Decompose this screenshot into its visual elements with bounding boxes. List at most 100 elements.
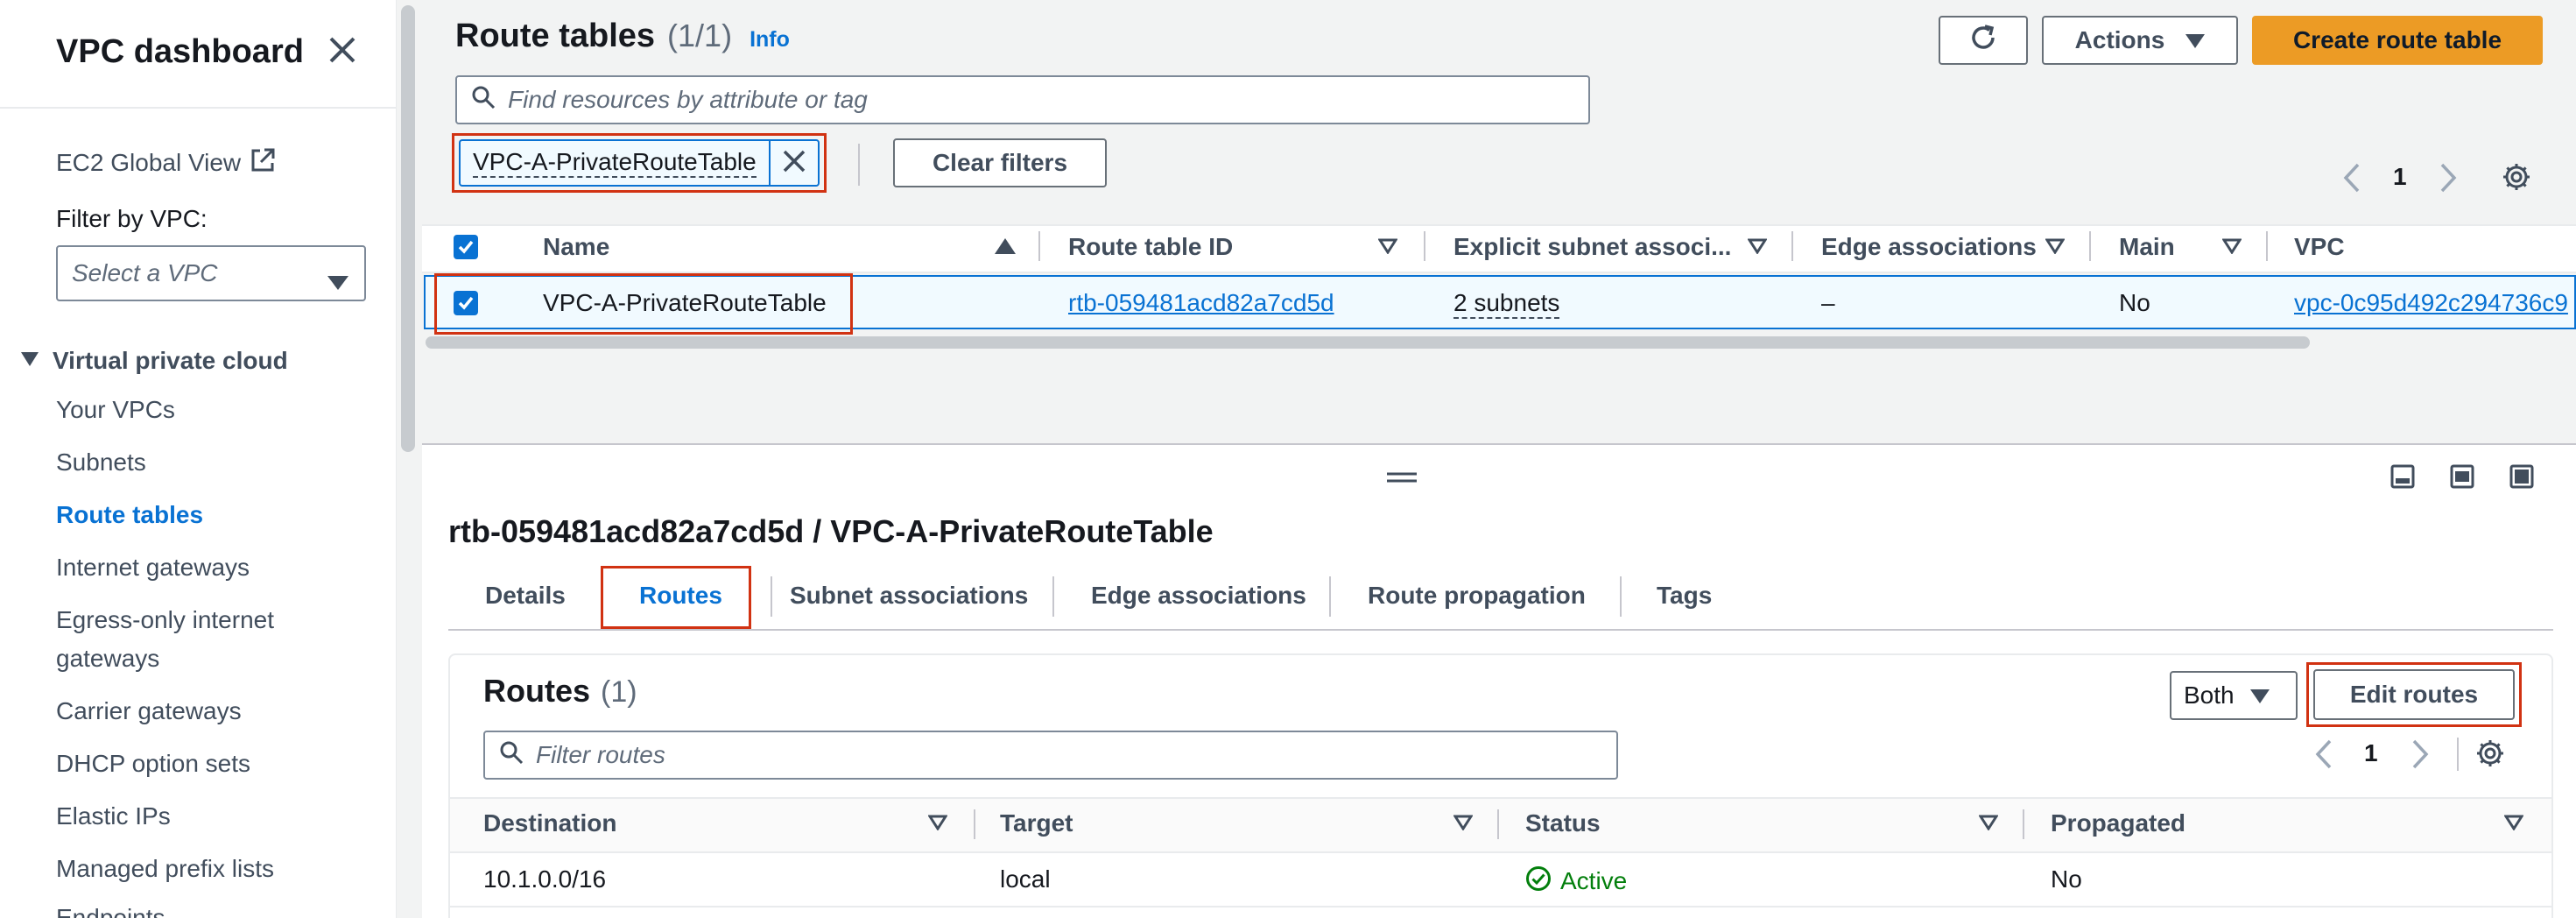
filter-divider: [858, 144, 860, 186]
tab-tags[interactable]: Tags: [1657, 582, 1712, 610]
sidebar-item-egress-only-line2[interactable]: gateways: [56, 645, 159, 673]
detail-title: rtb-059481acd82a7cd5d / VPC-A-PrivateRou…: [448, 513, 1214, 549]
status-badge: Active: [1525, 865, 1627, 896]
column-separator: [1424, 231, 1425, 261]
search-icon: [499, 740, 524, 771]
vpc-filter-select[interactable]: Select a VPC: [56, 245, 366, 301]
table-horizontal-scrollbar[interactable]: [426, 336, 2310, 349]
column-propagated[interactable]: Propagated: [2051, 809, 2185, 837]
tab-separator: [1329, 576, 1331, 617]
sidebar-item-internet-gateways[interactable]: Internet gateways: [56, 554, 250, 582]
sidebar-item-dhcp-option-sets[interactable]: DHCP option sets: [56, 750, 250, 778]
column-edge-associations[interactable]: Edge associations: [1821, 233, 2037, 261]
cell-vpc[interactable]: vpc-0c95d492c294736c9: [2294, 289, 2568, 317]
filter-routes-input[interactable]: Filter routes: [483, 731, 1618, 780]
tab-details[interactable]: Details: [485, 582, 566, 610]
sidebar-item-carrier-gateways[interactable]: Carrier gateways: [56, 697, 242, 725]
sidebar-item-endpoints[interactable]: Endpoints: [56, 904, 165, 918]
cell-main: No: [2119, 289, 2150, 316]
page-count: (1/1): [667, 18, 733, 53]
routes-table-header: [450, 797, 2551, 853]
chevron-left-icon[interactable]: [2315, 739, 2333, 773]
sidebar-scrollbar-thumb[interactable]: [401, 5, 415, 452]
sidebar-section-vpc[interactable]: Virtual private cloud: [21, 347, 288, 375]
actions-button[interactable]: Actions: [2042, 16, 2238, 65]
route-filter-select[interactable]: Both: [2170, 671, 2298, 720]
close-icon: [782, 149, 806, 178]
sort-icon[interactable]: [1747, 238, 1768, 258]
tab-edge-associations[interactable]: Edge associations: [1091, 582, 1306, 610]
caret-down-icon: [2185, 26, 2206, 54]
column-separator: [2089, 231, 2091, 261]
tab-routes[interactable]: Routes: [639, 582, 722, 610]
tab-route-propagation[interactable]: Route propagation: [1368, 582, 1586, 610]
panel-bottom-icon[interactable]: [2390, 464, 2415, 493]
settings-gear-icon[interactable]: [2474, 738, 2506, 773]
clear-filters-button[interactable]: Clear filters: [893, 138, 1107, 187]
ec2-global-view-link[interactable]: EC2 Global View: [56, 147, 276, 178]
sidebar-item-egress-only[interactable]: Egress-only internet: [56, 606, 274, 634]
sidebar-item-your-vpcs[interactable]: Your VPCs: [56, 396, 175, 424]
caret-down-icon: [2249, 681, 2270, 710]
pagination-divider: [2457, 738, 2459, 771]
column-explicit-subnet[interactable]: Explicit subnet associ...: [1453, 233, 1731, 261]
sort-icon[interactable]: [1453, 815, 1474, 835]
tab-subnet-associations[interactable]: Subnet associations: [790, 582, 1028, 610]
route-tables-panel: [422, 0, 2576, 445]
filter-by-vpc-label: Filter by VPC:: [56, 205, 208, 232]
cell-explicit-subnet[interactable]: 2 subnets: [1453, 289, 1560, 319]
search-input[interactable]: Find resources by attribute or tag: [455, 75, 1590, 124]
close-icon[interactable]: [327, 35, 357, 65]
chevron-left-icon[interactable]: [2343, 163, 2361, 197]
caret-down-icon: [21, 351, 39, 371]
cell-destination: 10.1.0.0/16: [483, 865, 607, 893]
drag-handle-icon[interactable]: [1387, 471, 1417, 488]
info-link[interactable]: Info: [750, 27, 790, 53]
routes-page-number[interactable]: 1: [2364, 739, 2378, 767]
cell-target: local: [1000, 865, 1051, 893]
routes-title: Routes: [483, 673, 591, 709]
sidebar-item-managed-prefix-lists[interactable]: Managed prefix lists: [56, 855, 274, 883]
sort-icon[interactable]: [2503, 815, 2524, 835]
row-checkbox[interactable]: [454, 291, 478, 315]
page-number[interactable]: 1: [2393, 163, 2407, 191]
sort-icon[interactable]: [2045, 238, 2066, 258]
select-all-checkbox[interactable]: [454, 235, 478, 259]
create-route-table-button[interactable]: Create route table: [2252, 16, 2543, 65]
column-vpc[interactable]: VPC: [2294, 233, 2345, 261]
cell-route-table-id[interactable]: rtb-059481acd82a7cd5d: [1068, 289, 1334, 317]
column-main[interactable]: Main: [2119, 233, 2175, 261]
column-name[interactable]: Name: [543, 233, 609, 261]
sidebar-item-route-tables[interactable]: Route tables: [56, 501, 203, 529]
column-separator: [2266, 231, 2268, 261]
edit-routes-button[interactable]: Edit routes: [2313, 669, 2515, 720]
settings-gear-icon[interactable]: [2501, 161, 2532, 197]
table-row[interactable]: [450, 853, 2551, 907]
column-status[interactable]: Status: [1525, 809, 1601, 837]
sort-icon[interactable]: [1978, 815, 1999, 835]
sort-icon[interactable]: [2221, 238, 2242, 258]
chevron-right-icon[interactable]: [2411, 739, 2429, 773]
tab-separator: [1052, 576, 1054, 617]
column-separator: [1497, 809, 1499, 839]
refresh-button[interactable]: [1939, 16, 2028, 65]
caret-down-icon: [327, 268, 348, 296]
chevron-right-icon[interactable]: [2439, 163, 2457, 197]
sidebar-item-subnets[interactable]: Subnets: [56, 448, 146, 477]
column-destination[interactable]: Destination: [483, 809, 616, 837]
panel-full-icon[interactable]: [2509, 464, 2534, 493]
cell-edge-associations: –: [1821, 289, 1835, 316]
column-route-table-id[interactable]: Route table ID: [1068, 233, 1233, 261]
refresh-icon: [1968, 23, 1998, 59]
sort-ascending-icon[interactable]: [995, 238, 1016, 258]
sort-icon[interactable]: [927, 815, 948, 835]
cell-propagated: No: [2051, 865, 2082, 893]
search-icon: [471, 85, 496, 116]
remove-filter-button[interactable]: [769, 139, 820, 187]
page-title: Route tables: [455, 18, 656, 54]
sidebar-item-elastic-ips[interactable]: Elastic IPs: [56, 802, 171, 830]
sort-icon[interactable]: [1377, 238, 1398, 258]
panel-side-icon[interactable]: [2450, 464, 2474, 493]
column-target[interactable]: Target: [1000, 809, 1073, 837]
page-header: Route tables (1/1) Info: [455, 18, 790, 55]
